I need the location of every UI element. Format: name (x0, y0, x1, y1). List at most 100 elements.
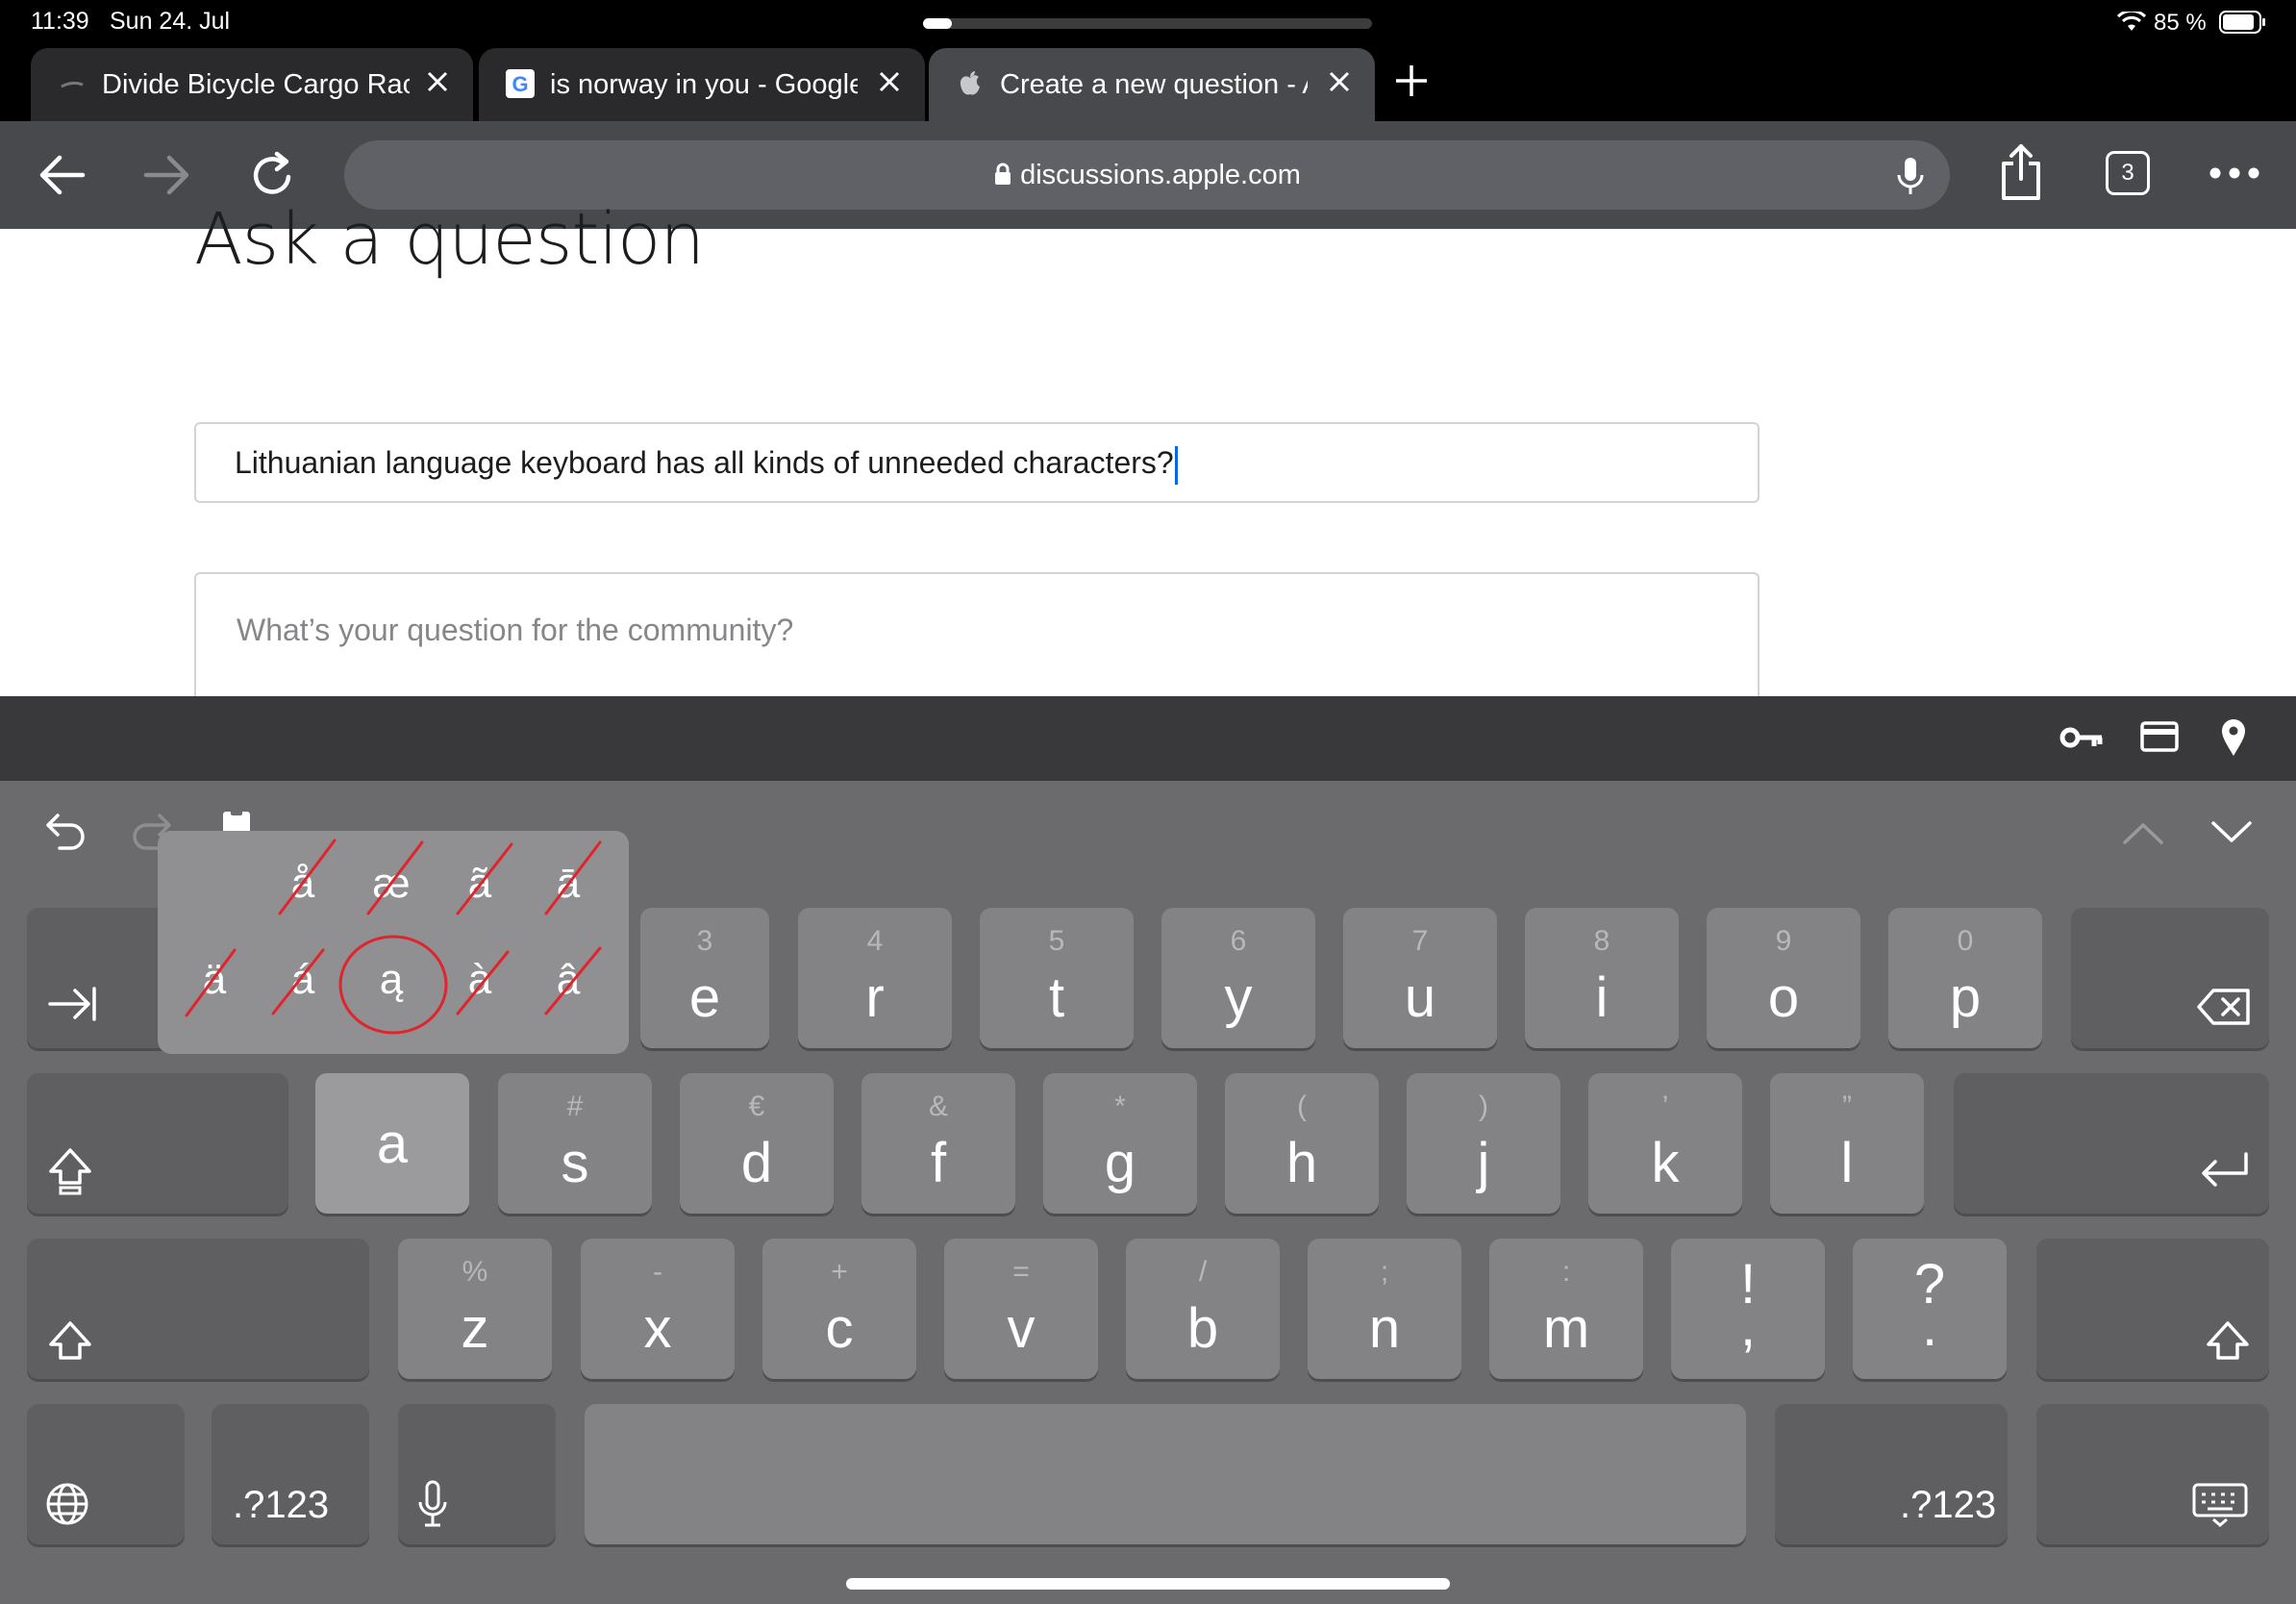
question-body-placeholder: What’s your question for the community? (237, 613, 794, 647)
undo-icon[interactable] (44, 810, 88, 852)
bike-favicon-icon (61, 81, 84, 88)
status-time: 11:39 (31, 8, 89, 35)
lock-icon (995, 163, 1011, 185)
password-key-icon[interactable] (2059, 723, 2104, 752)
close-icon[interactable] (873, 65, 906, 98)
key-h[interactable]: (h (1225, 1073, 1379, 1214)
hide-keyboard-key[interactable] (2036, 1404, 2269, 1544)
numbers-key-right[interactable]: .?123 (1775, 1404, 2008, 1544)
share-icon[interactable] (1996, 142, 2046, 202)
key-b[interactable]: / b (1126, 1239, 1280, 1379)
key-e[interactable]: 3e (640, 908, 769, 1048)
key-m[interactable]: :m (1489, 1239, 1643, 1379)
return-key[interactable] (1954, 1073, 2269, 1214)
autofill-bar (0, 696, 2296, 781)
question-body-input[interactable]: What’s your question for the community? (194, 572, 1759, 707)
keyboard-hide-icon (2192, 1483, 2248, 1527)
delete-key[interactable] (2071, 908, 2269, 1048)
right-shift-key[interactable] (2036, 1239, 2269, 1379)
home-indicator[interactable] (846, 1578, 1450, 1590)
strike-a-circumflex (544, 946, 602, 1015)
credit-card-icon[interactable] (2140, 721, 2179, 752)
dictation-key[interactable] (398, 1404, 556, 1544)
key-k[interactable]: ’ k (1588, 1073, 1742, 1214)
new-tab-icon[interactable] (1388, 58, 1435, 104)
annotation-overlay (185, 839, 602, 1035)
backspace-icon (2197, 989, 2250, 1025)
microphone-icon[interactable] (1896, 156, 1925, 196)
shift-icon (2207, 1321, 2249, 1360)
space-bar[interactable] (585, 1404, 1746, 1544)
strike-a-ring (278, 839, 337, 915)
tab-title: Divide Bicycle Cargo Rac (102, 69, 410, 100)
circle-a-ogonek (338, 935, 448, 1035)
chevron-up-icon[interactable] (2121, 819, 2165, 846)
tab-bicycle[interactable]: Divide Bicycle Cargo Rac (31, 48, 473, 121)
apple-favicon-icon (960, 71, 980, 95)
tab-title: Create a new question - A (1000, 69, 1308, 100)
globe-icon (46, 1483, 88, 1525)
battery-icon (2219, 11, 2265, 34)
tab-bar: Divide Bicycle Cargo Rac G is norway in … (0, 44, 2296, 121)
tab-google[interactable]: G is norway in you - Google (479, 48, 925, 121)
chevron-down-icon[interactable] (2209, 819, 2254, 846)
key-p[interactable]: 0p (1888, 908, 2042, 1048)
key-l[interactable]: ” l (1770, 1073, 1924, 1214)
close-icon[interactable] (1323, 65, 1356, 98)
key-x[interactable]: -x (581, 1239, 735, 1379)
key-v[interactable]: = v (944, 1239, 1098, 1379)
google-favicon-icon: G (506, 69, 535, 98)
status-date: Sun 24. Jul (110, 8, 231, 35)
key-j[interactable]: ) j (1407, 1073, 1560, 1214)
key-u[interactable]: 7u (1343, 908, 1497, 1048)
caps-lock-icon (49, 1148, 91, 1195)
numbers-key-left[interactable]: .?123 (212, 1404, 369, 1544)
battery-percent: 85 % (2154, 10, 2207, 36)
key-d[interactable]: € d (680, 1073, 834, 1214)
tab-create-question[interactable]: Create a new question - A (929, 48, 1375, 121)
key-period[interactable]: ?. (1853, 1239, 2007, 1379)
more-options-icon[interactable] (2208, 163, 2261, 183)
key-g[interactable]: * g (1043, 1073, 1197, 1214)
back-arrow-icon[interactable] (35, 150, 88, 200)
key-y[interactable]: 6y (1161, 908, 1315, 1048)
page-heading: Ask a question (194, 198, 705, 281)
wifi-icon (2117, 12, 2146, 31)
status-bar: 11:39 Sun 24. Jul 85 % (0, 0, 2296, 44)
url-text: discussions.apple.com (1020, 160, 1301, 190)
question-title-input[interactable]: Lithuanian language keyboard has all kin… (194, 422, 1759, 503)
key-z[interactable]: % z (398, 1239, 552, 1379)
key-a[interactable]: a (315, 1073, 469, 1214)
strike-a-macron (544, 840, 602, 915)
svg-text:G: G (512, 72, 528, 96)
tab-count-button[interactable]: 3 (2106, 151, 2150, 195)
key-o[interactable]: 9o (1707, 908, 1860, 1048)
tab-arrow-icon (48, 987, 96, 1021)
tab-title: is norway in you - Google (550, 69, 858, 100)
caps-lock-key[interactable] (27, 1073, 288, 1214)
key-n[interactable]: ; n (1308, 1239, 1461, 1379)
key-t[interactable]: 5t (980, 908, 1134, 1048)
multitasking-indicator[interactable] (923, 18, 1372, 29)
key-f[interactable]: & f (861, 1073, 1015, 1214)
strike-a-umlaut (185, 948, 237, 1017)
key-i[interactable]: 8i (1525, 908, 1679, 1048)
reload-icon[interactable] (248, 148, 298, 202)
strike-ae (366, 840, 424, 915)
text-caret (1174, 445, 1178, 485)
location-pin-icon[interactable] (2219, 717, 2248, 758)
strike-a-grave (456, 950, 510, 1015)
key-r[interactable]: 4r (798, 908, 952, 1048)
shift-icon (49, 1321, 91, 1360)
left-shift-key[interactable] (27, 1239, 369, 1379)
key-c[interactable]: + c (762, 1239, 916, 1379)
key-s[interactable]: # s (498, 1073, 652, 1214)
microphone-icon (418, 1480, 447, 1527)
globe-key[interactable] (27, 1404, 185, 1544)
forward-arrow-icon[interactable] (140, 150, 194, 200)
strike-a-tilde (456, 842, 513, 915)
key-comma[interactable]: !, (1671, 1239, 1825, 1379)
close-icon[interactable] (421, 65, 454, 98)
strike-a-acute (271, 948, 325, 1015)
question-title-value: Lithuanian language keyboard has all kin… (235, 445, 1174, 480)
